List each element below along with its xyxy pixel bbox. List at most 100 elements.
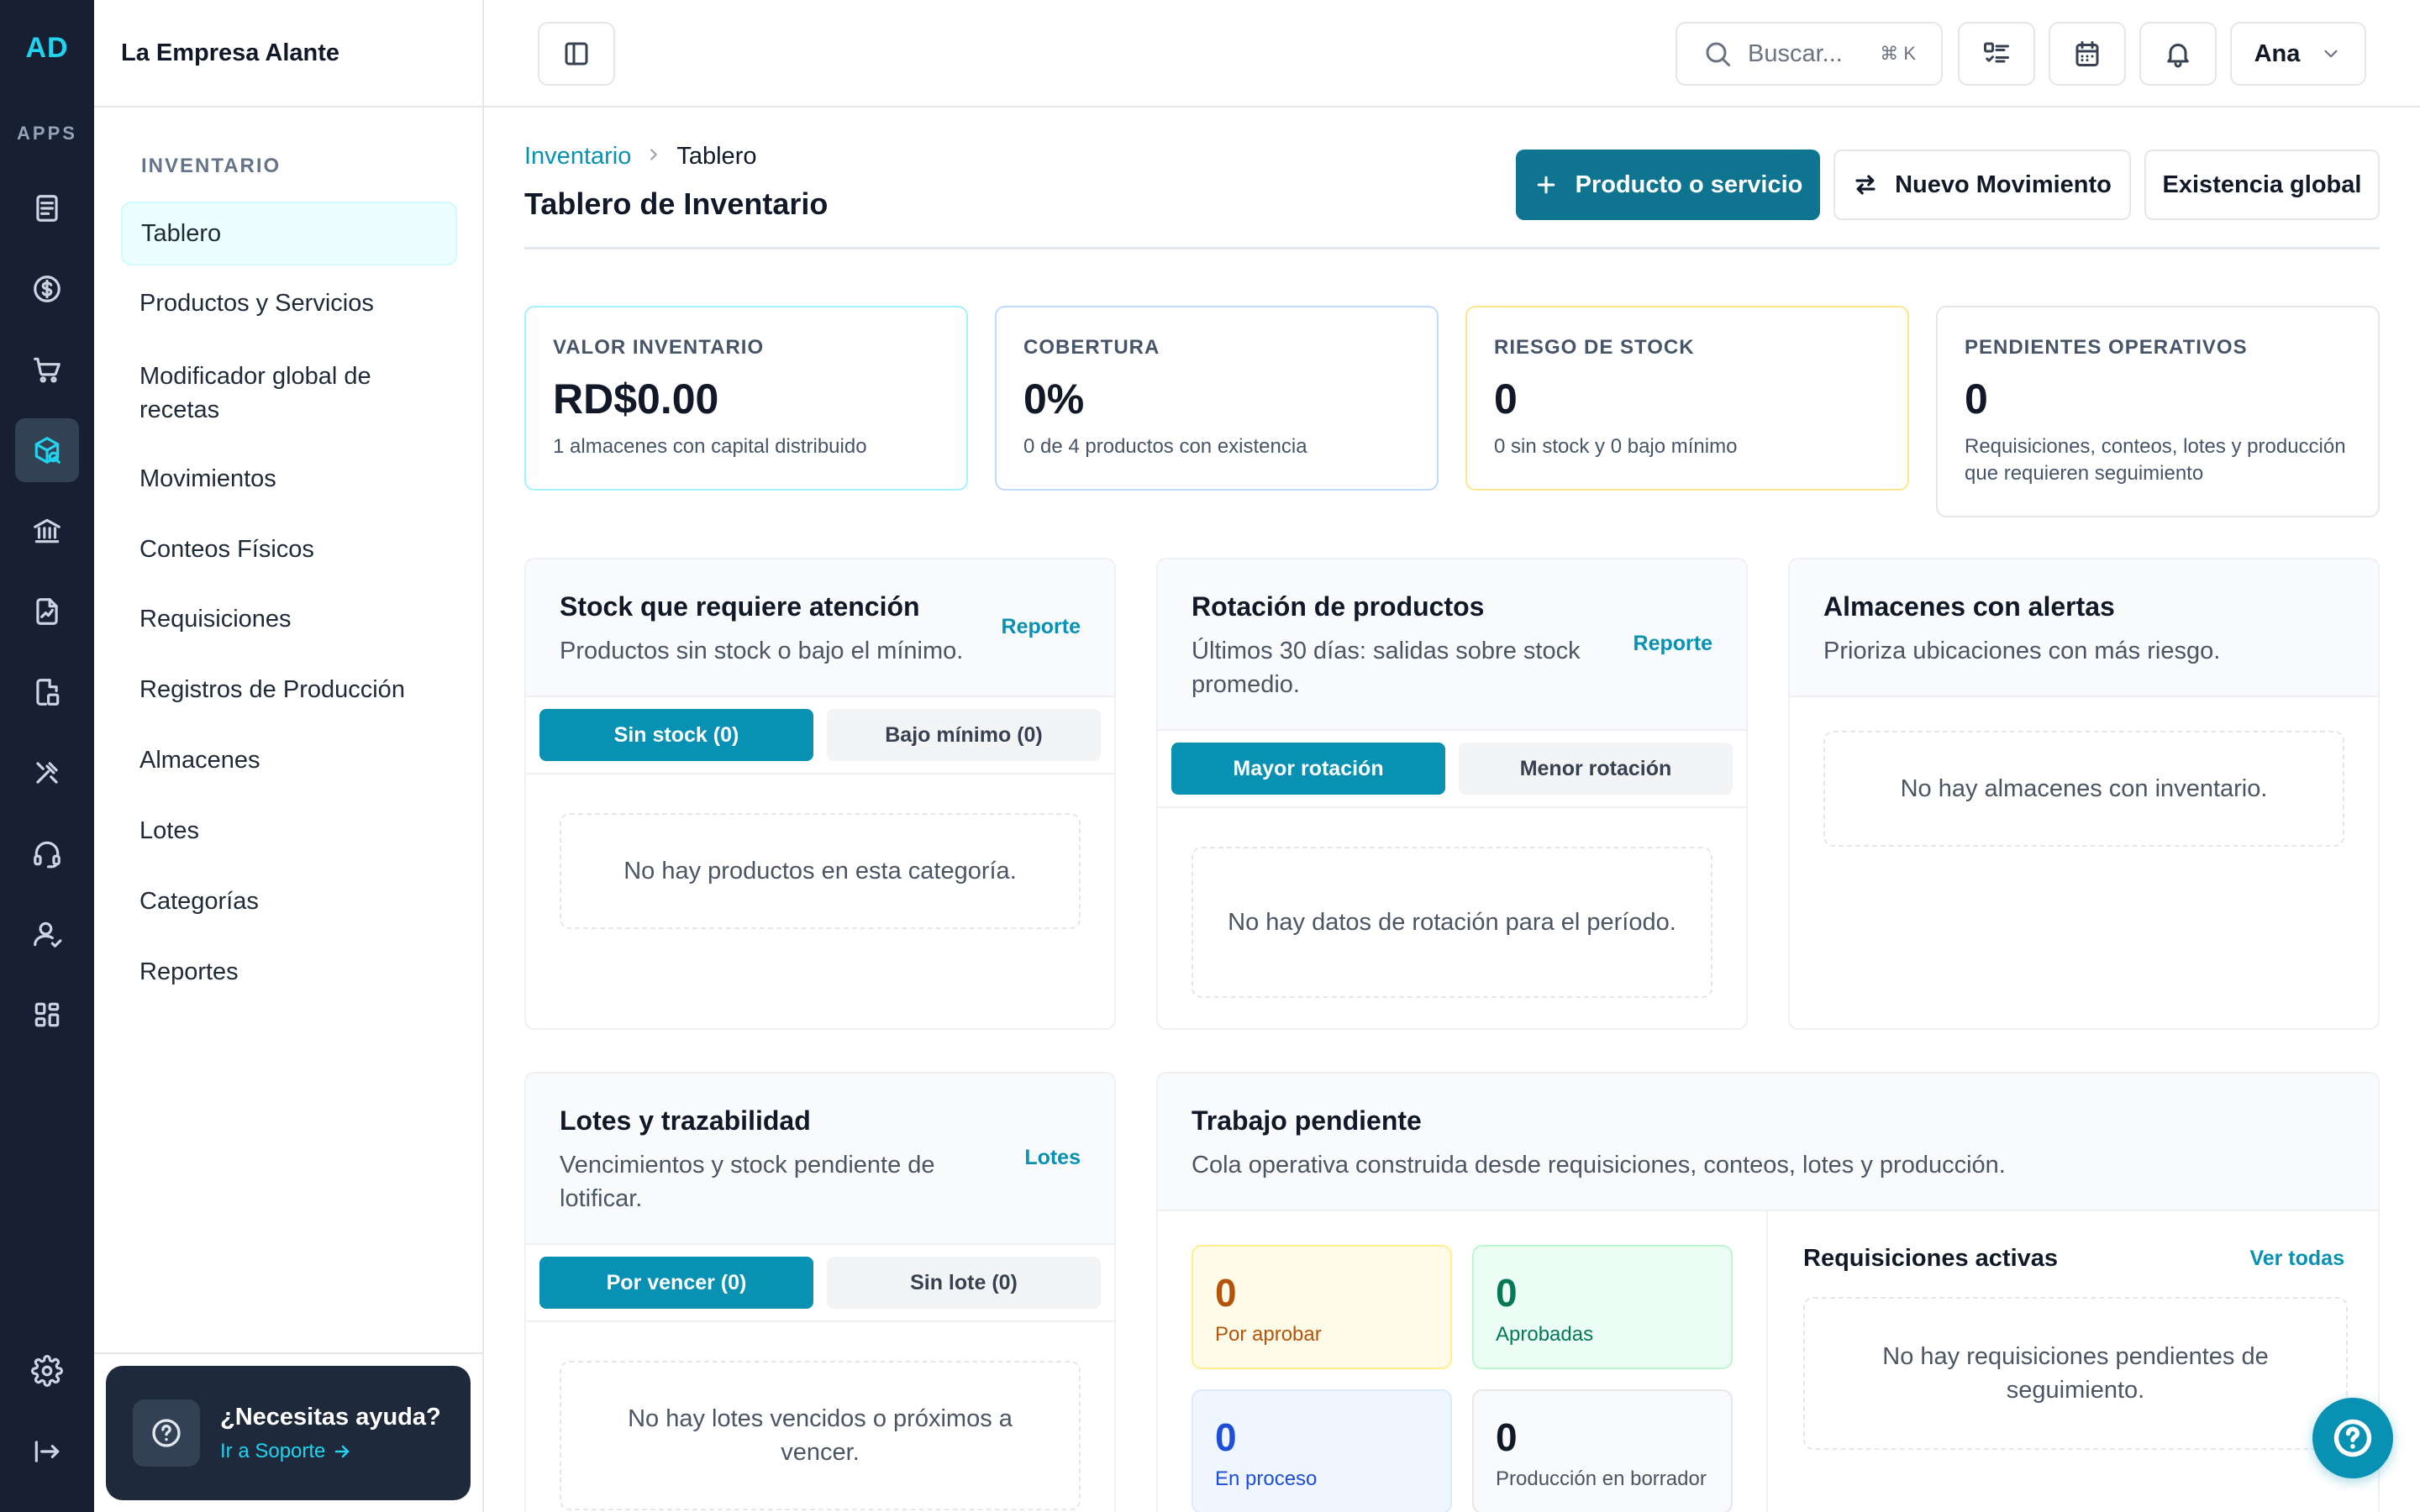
sidebar-item-label: Conteos Físicos [139,536,314,563]
kpi-value: RD$0.00 [553,375,719,423]
logout-icon[interactable] [15,1420,79,1483]
sidebar-item-label: Lotes [139,817,199,844]
tab-bajo-minimo[interactable]: Bajo mínimo (0) [827,709,1101,761]
grid-icon[interactable] [15,983,79,1047]
sidebar-toggle-button[interactable] [538,22,615,86]
sidebar-item-reportes[interactable]: Reportes [121,940,457,1004]
sidebar-item-categorias[interactable]: Categorías [121,869,457,933]
panel-subtitle: Vencimientos y stock pendiente de lotifi… [560,1152,935,1212]
tabs: Por vencer (0) Sin lote (0) [526,1245,1114,1322]
sidebar-item-label: Requisiciones [139,606,292,633]
panel-lotes: Lotes y trazabilidad Vencimientos y stoc… [524,1072,1116,1512]
tab-sin-lote[interactable]: Sin lote (0) [827,1257,1101,1309]
stat-label: Producción en borrador [1496,1467,1707,1490]
kpi-label: COBERTURA [1023,336,1160,359]
top-bar: Buscar... ⌘ K Ana [484,0,2420,108]
lots-link[interactable]: Lotes [1024,1146,1081,1170]
tools-icon[interactable] [15,741,79,805]
help-fab-button[interactable] [2312,1398,2393,1478]
sidebar-item-modificador-recetas[interactable]: Modificador global de recetas [121,353,457,433]
sidebar-item-label: Registros de Producción [139,676,405,703]
tab-mayor-rotacion[interactable]: Mayor rotación [1171,743,1445,795]
kpi-value: 0 [1965,375,1988,423]
user-icon[interactable] [15,902,79,966]
notifications-button[interactable] [2139,22,2217,86]
tabs: Sin stock (0) Bajo mínimo (0) [526,697,1114,774]
tab-sin-stock[interactable]: Sin stock (0) [539,709,813,761]
inventory-icon[interactable] [15,418,79,482]
module-sidebar: La Empresa Alante INVENTARIO Tablero Pro… [94,0,484,1512]
checklist-icon [1984,42,2009,63]
bank-icon[interactable] [15,499,79,563]
headset-icon[interactable] [15,822,79,885]
help-card[interactable]: ¿Necesitas ayuda? Ir a Soporte [106,1366,471,1500]
user-menu[interactable]: Ana [2230,22,2366,86]
kpi-desc: 0 de 4 productos con existencia [1023,435,1307,458]
rotation-report-link[interactable]: Reporte [1634,632,1712,656]
section-divider [1766,1211,1768,1512]
app-logo[interactable]: AD [0,32,94,65]
help-circle-icon [133,1399,200,1467]
breadcrumb-current: Tablero [676,143,757,170]
breadcrumb-inventario[interactable]: Inventario [524,143,631,171]
support-link[interactable]: Ir a Soporte [220,1440,441,1463]
tab-por-vencer[interactable]: Por vencer (0) [539,1257,813,1309]
panel-subtitle: Productos sin stock o bajo el mínimo. [560,638,964,664]
cart-icon[interactable] [15,338,79,402]
company-name[interactable]: La Empresa Alante [94,0,482,108]
sidebar-item-label: Productos y Servicios [139,290,374,317]
panel-subtitle: Últimos 30 días: salidas sobre stock pro… [1192,638,1581,698]
empty-state: No hay almacenes con inventario. [1823,731,2344,847]
support-link-label: Ir a Soporte [220,1439,326,1462]
stat-aprobadas[interactable]: 0 Aprobadas [1472,1245,1733,1369]
kpi-desc: Requisiciones, conteos, lotes y producci… [1965,435,2346,485]
sidebar-item-requisiciones[interactable]: Requisiciones [121,587,457,651]
help-circle-icon [2333,1419,2372,1457]
search-shortcut: ⌘ K [1880,43,1916,64]
breadcrumb: Inventario Tablero [524,143,756,171]
sidebar-item-conteos[interactable]: Conteos Físicos [121,517,457,581]
sidebar-item-productos[interactable]: Productos y Servicios [121,271,457,335]
arrows-swap-icon [1855,175,1876,195]
sidebar-item-tablero[interactable]: Tablero [121,202,457,265]
stat-produccion-borrador[interactable]: 0 Producción en borrador [1472,1389,1733,1512]
panel-stock-atencion: Stock que requiere atención Productos si… [524,558,1116,1030]
panel-trabajo-pendiente: Trabajo pendiente Cola operativa constru… [1156,1072,2380,1512]
report-icon[interactable] [15,580,79,643]
settings-icon[interactable] [15,1339,79,1403]
apps-label: APPS [17,123,77,144]
stat-en-proceso[interactable]: 0 En proceso [1192,1389,1452,1512]
global-stock-label: Existencia global [2162,171,2362,198]
dollar-icon[interactable] [15,257,79,321]
panel-header: Rotación de productos Últimos 30 días: s… [1158,559,1746,731]
search-input[interactable]: Buscar... ⌘ K [1676,22,1943,86]
stat-value: 0 [1496,1271,1518,1315]
sidebar-item-label: Tablero [141,220,222,247]
sidebar-item-produccion[interactable]: Registros de Producción [121,658,457,722]
global-stock-button[interactable]: Existencia global [2144,150,2380,220]
sidebar-item-label: Reportes [139,958,239,985]
file-icon[interactable] [15,660,79,724]
stat-por-aprobar[interactable]: 0 Por aprobar [1192,1245,1452,1369]
kpi-card-riesgo-stock: RIESGO DE STOCK 0 0 sin stock y 0 bajo m… [1465,306,1909,491]
arrow-right-icon [335,1445,350,1457]
panel-subtitle: Prioriza ubicaciones con más riesgo. [1823,638,2221,664]
panel-header: Trabajo pendiente Cola operativa constru… [1158,1074,2378,1211]
sidebar-item-lotes[interactable]: Lotes [121,799,457,863]
sidebar-item-movimientos[interactable]: Movimientos [121,447,457,511]
tabs: Mayor rotación Menor rotación [1158,731,1746,808]
view-all-link[interactable]: Ver todas [2249,1247,2344,1271]
sidebar-item-almacenes[interactable]: Almacenes [121,728,457,792]
panel-header: Almacenes con alertas Prioriza ubicacion… [1790,559,2378,697]
sidebar-item-label: Almacenes [139,747,260,774]
calendar-button[interactable] [2049,22,2126,86]
tab-menor-rotacion[interactable]: Menor rotación [1459,743,1733,795]
add-product-button[interactable]: Producto o servicio [1516,150,1820,220]
stock-report-link[interactable]: Reporte [1002,615,1081,639]
tasks-button[interactable] [1958,22,2035,86]
panel-header: Stock que requiere atención Productos si… [526,559,1114,697]
document-icon[interactable] [15,176,79,240]
new-movement-button[interactable]: Nuevo Movimiento [1833,150,2131,220]
panel-title: Trabajo pendiente [1192,1105,1422,1136]
kpi-card-valor-inventario: VALOR INVENTARIO RD$0.00 1 almacenes con… [524,306,968,491]
